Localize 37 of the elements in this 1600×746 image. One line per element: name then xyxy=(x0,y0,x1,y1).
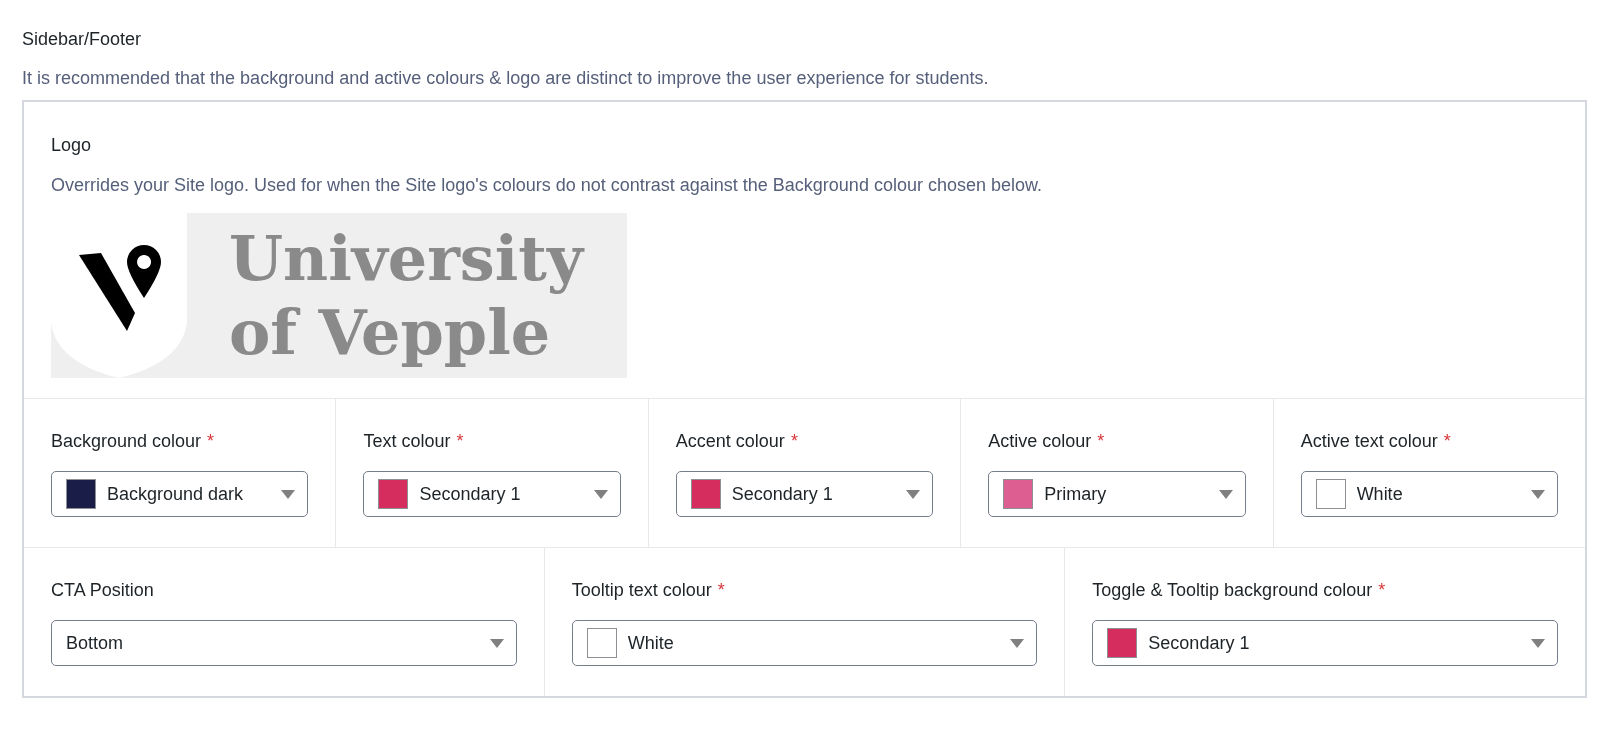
field-label: Background colour xyxy=(51,431,202,451)
field-label: Active colour xyxy=(988,431,1092,451)
select-field[interactable]: White xyxy=(571,620,1038,666)
section-title: Sidebar/Footer xyxy=(22,28,143,51)
dropdown-caret-icon xyxy=(281,489,296,499)
select-field[interactable]: Secondary 1 xyxy=(363,471,621,517)
required-mark: * xyxy=(790,431,798,451)
select-field[interactable]: Background dark xyxy=(51,471,309,517)
field-label: Text colour xyxy=(363,431,451,451)
field-label: Toggle & Tooltip background colour xyxy=(1092,580,1373,600)
required-mark: * xyxy=(717,580,725,600)
logo-text: of Vepple xyxy=(229,295,551,370)
required-mark: * xyxy=(1378,580,1386,600)
section-description: It is recommended that the background and active colours & logo are distinct to improve the user experience for students. xyxy=(22,67,990,90)
field-label: Accent colour xyxy=(675,431,785,451)
dropdown-caret-icon xyxy=(1010,638,1025,648)
dropdown-caret-icon xyxy=(1218,489,1233,499)
field-label: Tooltip text colour xyxy=(571,580,712,600)
required-mark: * xyxy=(1097,431,1105,451)
select-field[interactable]: Bottom xyxy=(51,620,517,666)
logo-text: University xyxy=(229,221,583,296)
dropdown-caret-icon xyxy=(1531,638,1545,648)
field-label: CTA Position xyxy=(51,580,154,600)
required-mark: * xyxy=(207,431,215,451)
select-field[interactable]: Secondary 1 xyxy=(1092,620,1558,666)
required-mark: * xyxy=(456,431,464,451)
select-field[interactable]: Secondary 1 xyxy=(675,471,934,517)
dropdown-caret-icon xyxy=(489,638,504,648)
field-description: Overrides your Site logo. Used for when the Site logo's colours do not contrast against the Background colour chosen below. xyxy=(51,174,1043,197)
select-field[interactable]: White xyxy=(1300,471,1559,517)
dropdown-caret-icon xyxy=(1531,489,1546,499)
dropdown-caret-icon xyxy=(906,489,921,499)
field-label: Active text colour xyxy=(1300,431,1438,451)
dropdown-caret-icon xyxy=(593,489,608,499)
select-field[interactable]: Primary xyxy=(988,471,1246,517)
required-mark: * xyxy=(1443,431,1451,451)
field-label: Logo xyxy=(51,134,93,157)
